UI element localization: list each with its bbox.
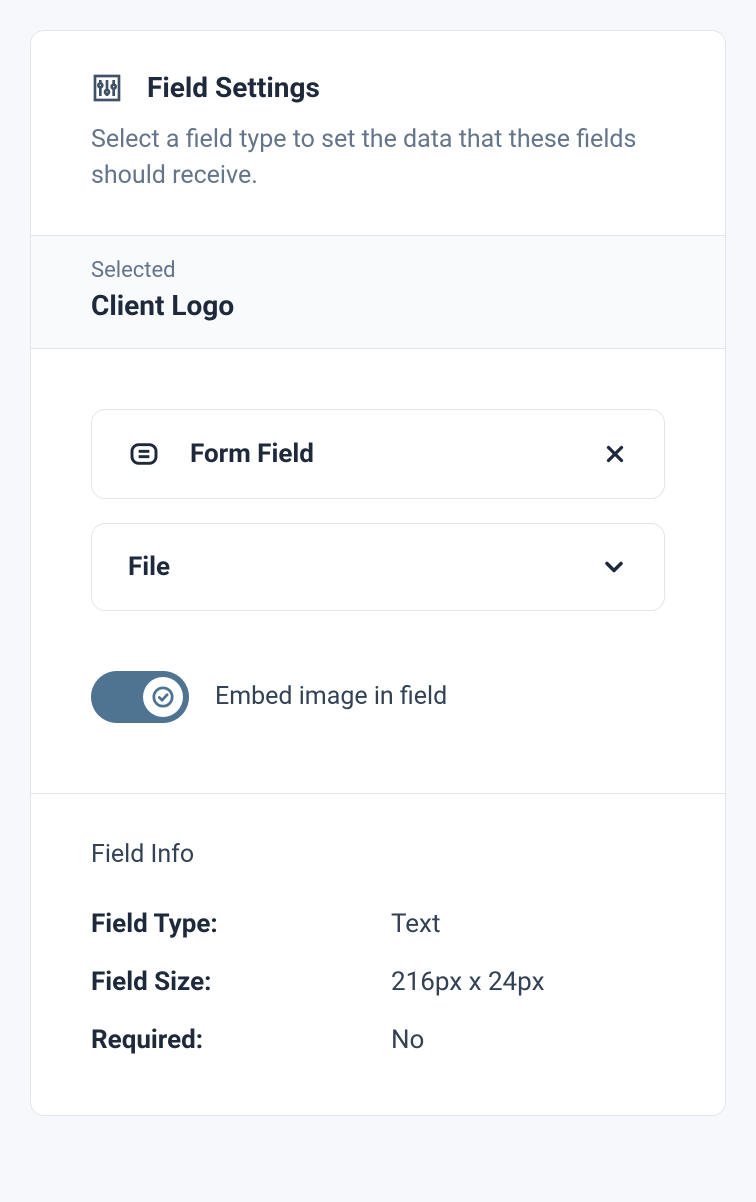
form-field-label: Form Field: [190, 439, 594, 469]
form-field-icon: [128, 438, 162, 470]
selected-block: Selected Client Logo: [31, 235, 725, 348]
info-key: Required:: [91, 1025, 391, 1055]
check-icon: [152, 686, 174, 708]
info-key: Field Size:: [91, 967, 391, 997]
field-settings-panel: Field Settings Select a field type to se…: [30, 30, 726, 1116]
embed-image-toggle[interactable]: [91, 671, 189, 723]
close-icon: [602, 441, 628, 467]
field-type-value: File: [128, 552, 594, 582]
field-type-select[interactable]: File: [91, 523, 665, 611]
info-row: Field Size: 216px x 24px: [91, 967, 665, 997]
field-info-title: Field Info: [91, 840, 665, 869]
settings-sliders-icon: [91, 72, 123, 104]
info-val: 216px x 24px: [391, 967, 544, 997]
form-field-input[interactable]: Form Field: [91, 409, 665, 499]
clear-form-field-button[interactable]: [594, 441, 628, 467]
panel-header: Field Settings Select a field type to se…: [31, 31, 725, 235]
embed-image-label: Embed image in field: [215, 682, 447, 711]
info-val: No: [391, 1025, 424, 1055]
chevron-down-icon: [594, 553, 628, 581]
settings-body: Form Field File: [31, 348, 725, 793]
selected-value: Client Logo: [91, 289, 665, 322]
selected-label: Selected: [91, 258, 665, 283]
toggle-knob: [143, 677, 183, 717]
info-row: Required: No: [91, 1025, 665, 1055]
panel-subtitle: Select a field type to set the data that…: [91, 122, 665, 195]
field-info-block: Field Info Field Type: Text Field Size: …: [31, 793, 725, 1115]
panel-title: Field Settings: [147, 71, 320, 104]
info-val: Text: [391, 909, 440, 939]
info-row: Field Type: Text: [91, 909, 665, 939]
info-key: Field Type:: [91, 909, 391, 939]
